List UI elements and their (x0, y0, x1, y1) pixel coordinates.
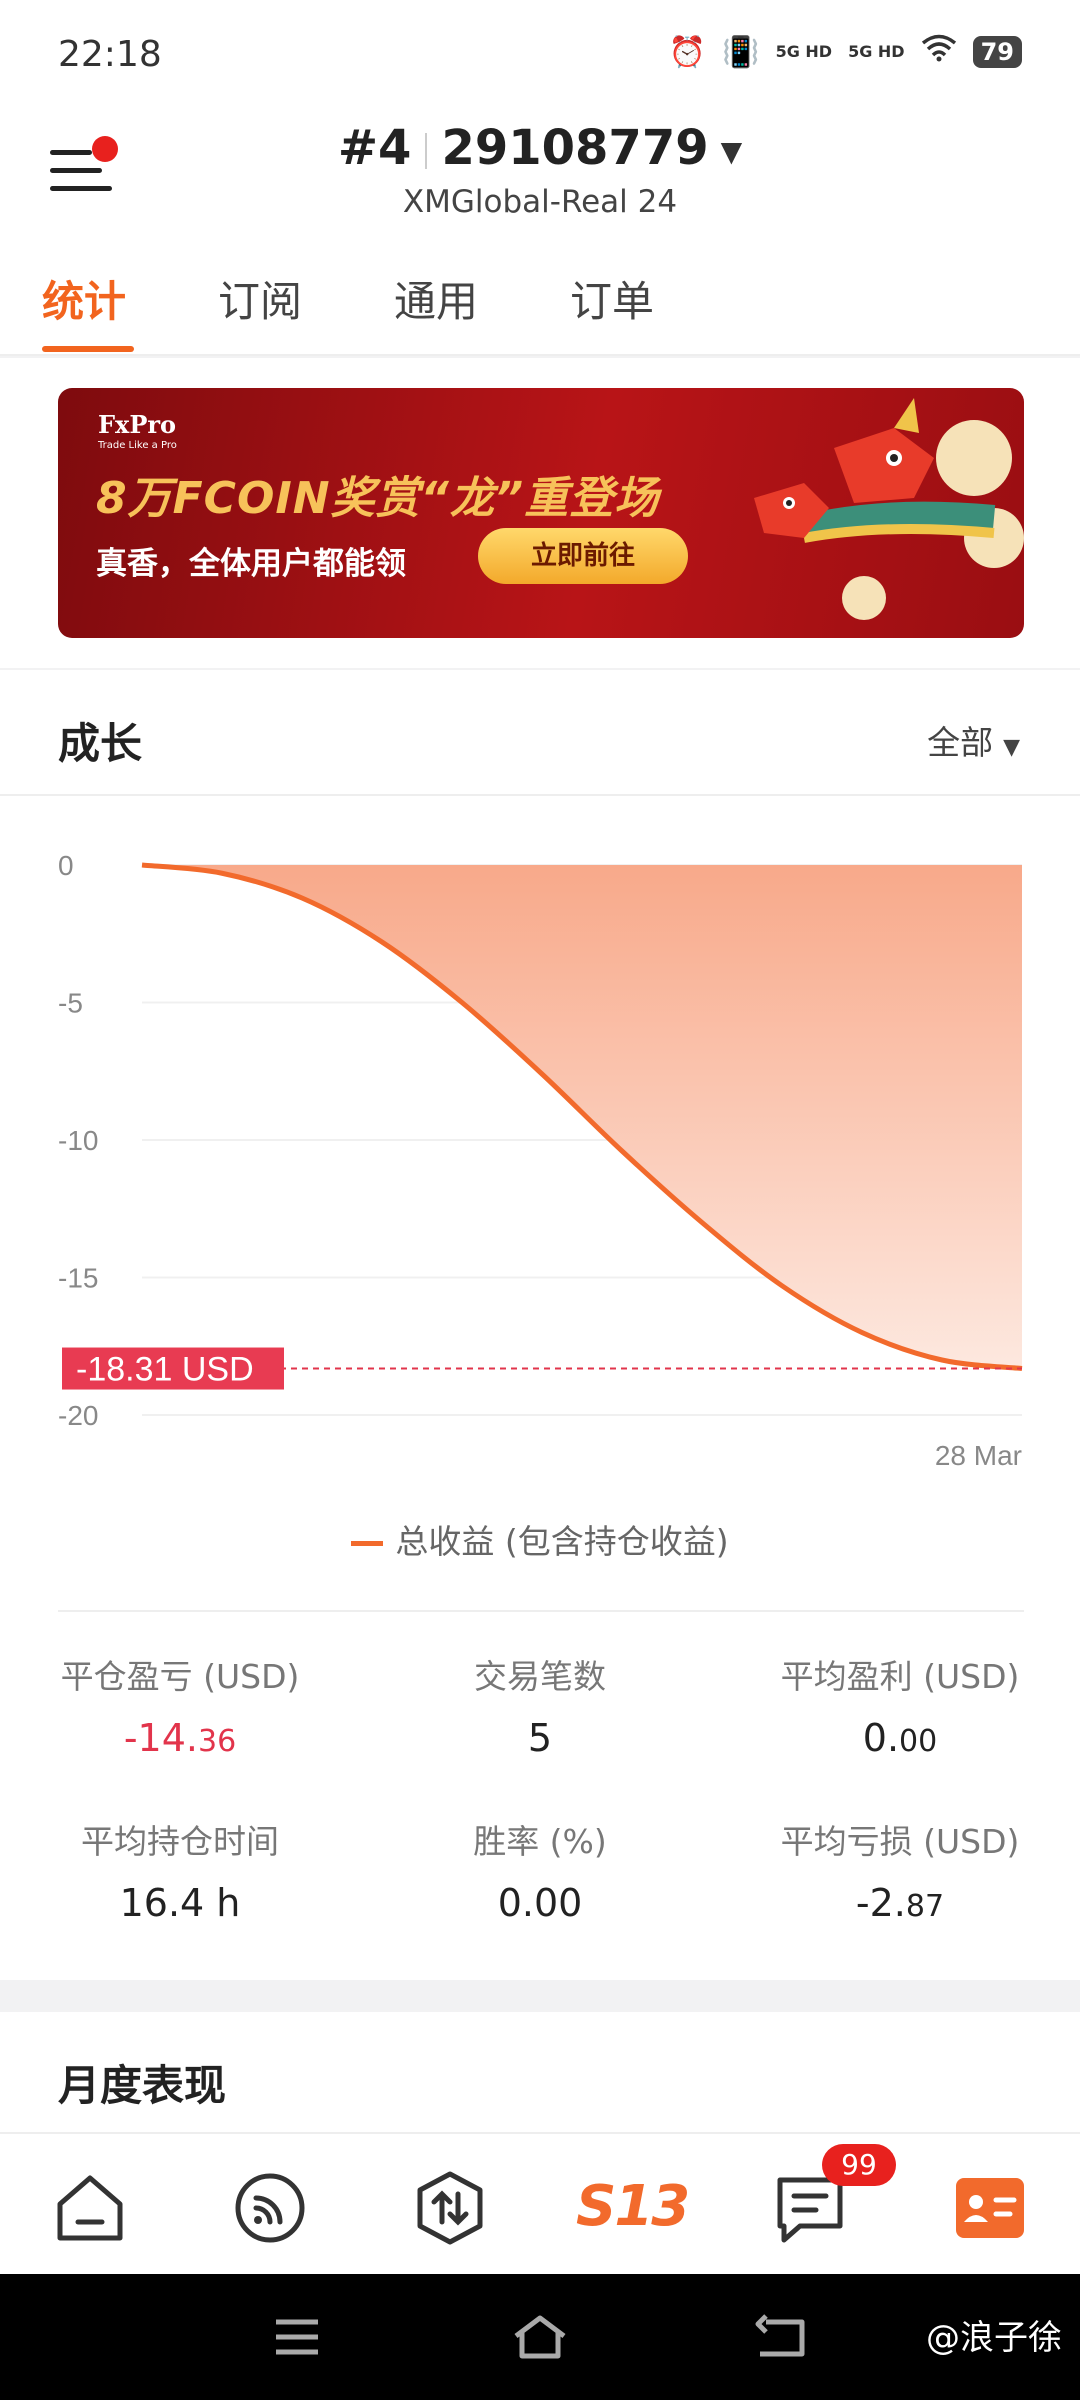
stat-label: 平仓盈亏 (USD) (60, 1657, 300, 1696)
legend-swatch (351, 1541, 384, 1546)
account-header: #4 29108779 ▼ XMGlobal-Real 24 (0, 110, 1080, 238)
nav-s13[interactable]: S13 (576, 2174, 690, 2239)
signal-1-label: 5G HD (775, 42, 833, 61)
chart-legend: 总收益 (包含持仓收益) (0, 1515, 1080, 1563)
stat-avg-hold-time: 平均持仓时间 16.4 h (0, 1815, 360, 1925)
growth-title: 成长 (58, 719, 143, 768)
y-tick-label: -20 (58, 1400, 98, 1431)
y-tick-label: -15 (58, 1263, 98, 1294)
y-tick-label: -5 (58, 988, 83, 1019)
bottom-nav: S13 99 (0, 2132, 1080, 2274)
tab-orders[interactable]: 订单 (570, 268, 654, 329)
growth-area (142, 865, 1022, 1369)
banner-brand-tagline: Trade Like a Pro (98, 440, 177, 451)
x-tick-label: 28 Mar (935, 1440, 1022, 1471)
stat-value: -2.87 (720, 1881, 1080, 1925)
stat-value-dec: 00 (899, 1724, 938, 1759)
stat-trade-count: 交易笔数 5 (360, 1650, 720, 1760)
active-tab-indicator (42, 346, 134, 352)
nav-profile[interactable] (952, 2170, 1028, 2246)
wifi-icon (921, 34, 957, 70)
growth-header: 成长 全部 ▼ (0, 670, 1080, 796)
stat-avg-loss: 平均亏损 (USD) -2.87 (720, 1815, 1080, 1925)
home-icon (57, 2175, 123, 2241)
legend-label: 总收益 (包含持仓收益) (395, 1522, 729, 1561)
feed-icon (235, 2173, 305, 2243)
stat-label: 平均盈利 (USD) (780, 1657, 1020, 1696)
stat-value: 16.4 h (0, 1881, 360, 1925)
promo-banner[interactable]: FxPro Trade Like a Pro 8万FCOIN奖赏“龙”重登场 真… (58, 388, 1024, 638)
promo-section: FxPro Trade Like a Pro 8万FCOIN奖赏“龙”重登场 真… (0, 358, 1080, 668)
banner-brand-logo: FxPro (98, 410, 177, 439)
server-name: XMGlobal-Real 24 (402, 184, 678, 220)
system-nav-bar: @浪子徐 (0, 2274, 1080, 2400)
tab-statistics[interactable]: 统计 (42, 268, 126, 329)
stat-value: 0.00 (360, 1881, 720, 1925)
stat-value: -14.36 (0, 1716, 360, 1760)
status-time: 22:18 (58, 34, 162, 75)
nav-feed[interactable] (232, 2170, 308, 2246)
stat-label: 平均持仓时间 (81, 1822, 279, 1861)
stat-value-dec: 36 (197, 1724, 237, 1759)
profile-card-icon (956, 2178, 1024, 2238)
stat-value: 5 (360, 1716, 720, 1760)
watermark: @浪子徐 (926, 2318, 1062, 2358)
growth-range-filter[interactable]: 全部 ▼ (927, 716, 1020, 764)
tab-subscribe[interactable]: 订阅 (218, 268, 302, 329)
stat-value: 0.00 (720, 1716, 1080, 1760)
status-bar: 22:18 ⏰ 📳 5G HD 5G HD 79 (0, 0, 1080, 110)
account-number: 29108779 (441, 120, 709, 176)
stat-value-int: -14. (123, 1716, 198, 1760)
stat-value-int: 0.00 (497, 1881, 583, 1925)
banner-text: 真香，全体用户都能领 (96, 546, 406, 582)
divider (58, 1610, 1024, 1612)
banner-cta-button[interactable]: 立即前往 (478, 528, 688, 584)
current-value-label: -18.31 USD (76, 1351, 254, 1389)
stat-value-int: 5 (527, 1716, 553, 1760)
vibrate-icon: 📳 (722, 34, 760, 70)
message-badge: 99 (822, 2144, 896, 2186)
caret-down-icon: ▼ (1003, 735, 1020, 760)
account-separator (425, 133, 428, 169)
growth-card: 成长 全部 ▼ 0 -5 -10 -15 -20 -18.31 USD 28 Mar 总收… (0, 670, 1080, 1980)
y-tick-label: 0 (58, 850, 74, 881)
alarm-icon: ⏰ (668, 34, 707, 70)
stat-value-int: 16.4 h (119, 1881, 241, 1925)
trade-icon (417, 2171, 483, 2245)
account-prefix: #4 (337, 120, 412, 176)
stat-label: 平均亏损 (USD) (780, 1822, 1020, 1861)
filter-label: 全部 (927, 723, 994, 762)
y-tick-labels: 0 -5 -10 -15 -20 (58, 850, 98, 1431)
monthly-performance-section: 月度表现 (0, 2012, 1080, 2132)
stat-value-int: -2. (855, 1881, 906, 1925)
recent-apps-icon[interactable] (272, 2316, 322, 2358)
stat-value-dec: 87 (905, 1889, 945, 1924)
tab-bar: 统计 订阅 通用 订单 (0, 238, 1080, 356)
stat-avg-profit: 平均盈利 (USD) 0.00 (720, 1650, 1080, 1760)
growth-chart[interactable]: 0 -5 -10 -15 -20 -18.31 USD 28 Mar (0, 800, 1080, 1500)
status-icons: ⏰ 📳 5G HD 5G HD 79 (669, 34, 1022, 70)
stat-closed-pnl: 平仓盈亏 (USD) -14.36 (0, 1650, 360, 1760)
stat-label: 胜率 (%) (473, 1822, 607, 1861)
signal-2-label: 5G HD (848, 42, 905, 61)
tab-general[interactable]: 通用 (394, 268, 478, 329)
stat-value-int: 0. (862, 1716, 900, 1760)
stat-win-rate: 胜率 (%) 0.00 (360, 1815, 720, 1925)
battery-indicator: 79 (972, 36, 1022, 68)
caret-down-icon: ▼ (720, 134, 743, 168)
dragon-illustration (754, 398, 1024, 620)
banner-title: 8万FCOIN奖赏“龙”重登场 (96, 473, 660, 524)
y-tick-label: -10 (58, 1125, 98, 1156)
stat-label: 交易笔数 (474, 1657, 606, 1696)
back-icon[interactable] (752, 2314, 808, 2360)
account-selector[interactable]: #4 29108779 ▼ (0, 120, 1080, 176)
home-nav-icon[interactable] (510, 2312, 570, 2362)
nav-home[interactable] (52, 2170, 128, 2246)
monthly-title: 月度表现 (58, 2061, 227, 2110)
nav-trade[interactable] (412, 2170, 488, 2246)
